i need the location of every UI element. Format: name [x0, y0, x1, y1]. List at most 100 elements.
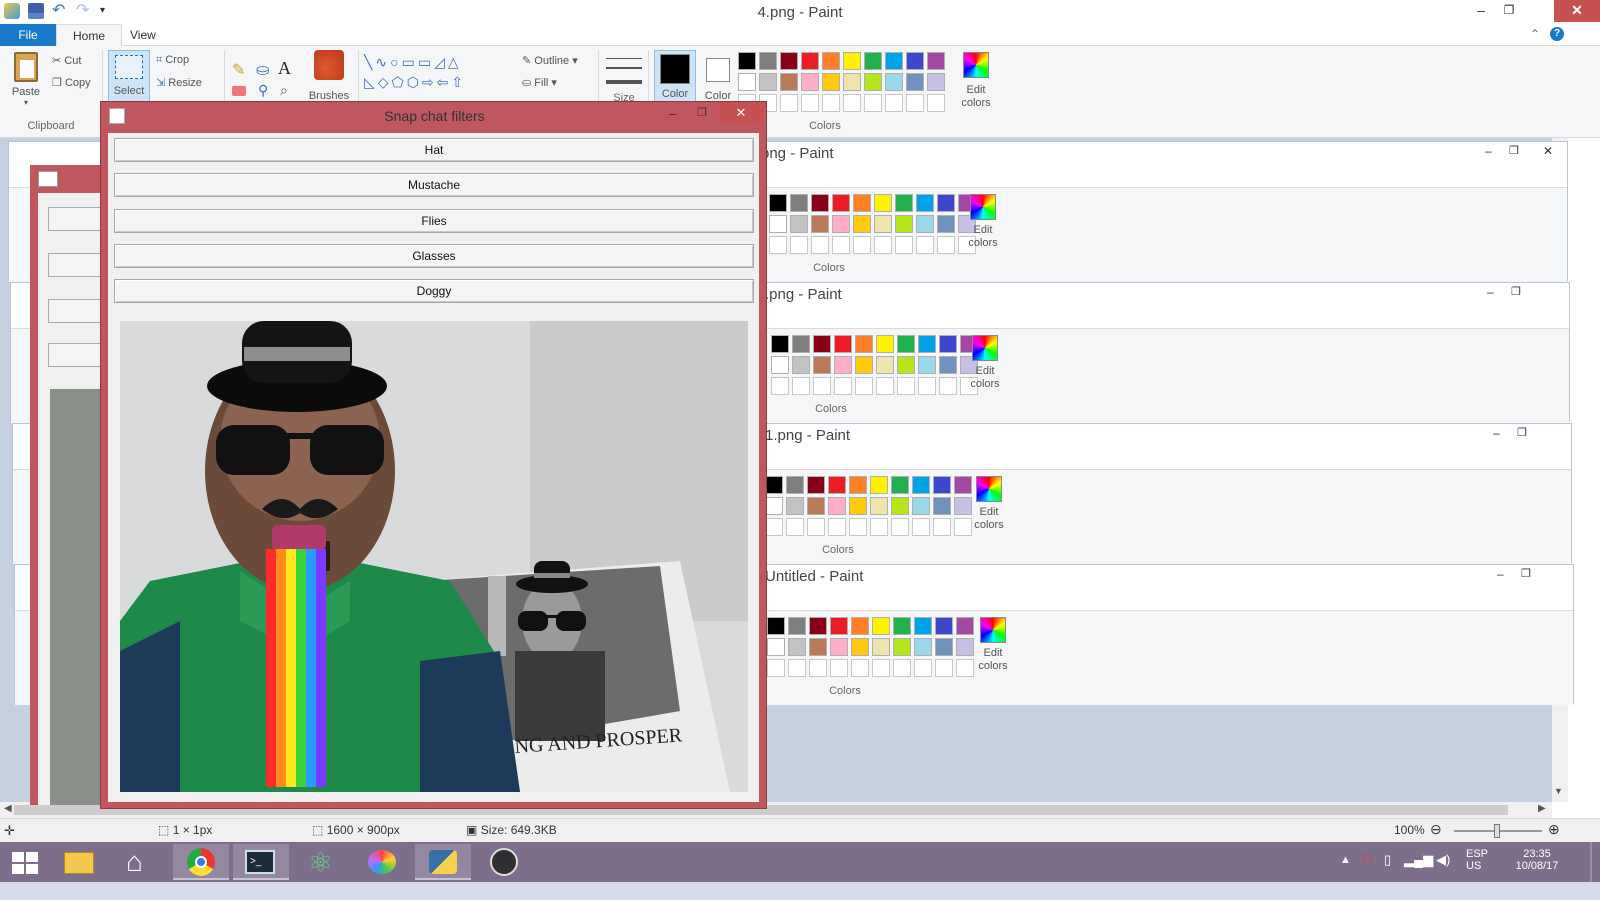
custom-color-slot[interactable]: [792, 377, 810, 395]
color-swatch[interactable]: [828, 497, 846, 515]
color-swatch[interactable]: [916, 215, 934, 233]
crop-button[interactable]: ⌗ Crop: [156, 54, 189, 67]
restore-button[interactable]: ❐: [1517, 426, 1527, 439]
paste-button[interactable]: Paste ▾: [8, 52, 44, 107]
color-swatch[interactable]: [893, 638, 911, 656]
color-swatch[interactable]: [767, 617, 785, 635]
color-swatch[interactable]: [786, 476, 804, 494]
windows-start-button[interactable]: [0, 844, 56, 880]
custom-color-slot[interactable]: [927, 94, 945, 112]
text-icon[interactable]: A: [278, 58, 291, 79]
color-swatch[interactable]: [916, 194, 934, 212]
edit-colors-button[interactable]: Edit colors: [975, 617, 1011, 673]
fill-icon[interactable]: ⛀: [256, 60, 269, 80]
color-swatch[interactable]: [788, 638, 806, 656]
paint-taskbar[interactable]: [354, 844, 410, 880]
color-swatch[interactable]: [771, 335, 789, 353]
color-swatch[interactable]: [822, 73, 840, 91]
file-explorer-taskbar[interactable]: [52, 844, 108, 880]
color-swatch[interactable]: [918, 356, 936, 374]
color-swatch[interactable]: [813, 335, 831, 353]
minimize-button[interactable]: –: [1485, 144, 1492, 158]
custom-color-slot[interactable]: [832, 236, 850, 254]
color-swatch[interactable]: [786, 497, 804, 515]
custom-color-slot[interactable]: [918, 377, 936, 395]
custom-color-slot[interactable]: [895, 236, 913, 254]
edit-colors-button[interactable]: Edit colors: [965, 194, 1001, 250]
restore-button[interactable]: ❐: [1521, 567, 1531, 580]
custom-color-slot[interactable]: [914, 659, 932, 677]
color-swatch[interactable]: [876, 335, 894, 353]
custom-color-slot[interactable]: [851, 659, 869, 677]
color-swatch[interactable]: [759, 52, 777, 70]
custom-color-slot[interactable]: [874, 236, 892, 254]
color-swatch[interactable]: [933, 497, 951, 515]
edit-colors-button[interactable]: Edit colors: [958, 52, 994, 110]
tray-expand-icon[interactable]: ▲: [1340, 854, 1351, 866]
hat-filter-button[interactable]: Hat: [114, 138, 754, 162]
tab-home[interactable]: Home: [56, 24, 123, 47]
custom-color-slot[interactable]: [843, 94, 861, 112]
battery-icon[interactable]: ▯: [1384, 852, 1391, 868]
custom-color-slot[interactable]: [767, 659, 785, 677]
help-icon[interactable]: ?: [1550, 27, 1564, 41]
python-taskbar[interactable]: [415, 844, 471, 880]
color-swatch[interactable]: [843, 52, 861, 70]
color-swatch[interactable]: [780, 52, 798, 70]
atom-taskbar[interactable]: ⚛: [294, 844, 350, 880]
color-swatch[interactable]: [828, 476, 846, 494]
custom-color-slot[interactable]: [809, 659, 827, 677]
eraser-icon[interactable]: [232, 86, 246, 96]
color-swatch[interactable]: [914, 617, 932, 635]
select-button[interactable]: Select: [108, 50, 150, 102]
color-swatch[interactable]: [914, 638, 932, 656]
minimize-button[interactable]: –: [1466, 0, 1496, 22]
color-swatch[interactable]: [738, 73, 756, 91]
terminal-taskbar[interactable]: >_: [233, 844, 289, 880]
color-swatch[interactable]: [891, 476, 909, 494]
custom-color-slot[interactable]: [935, 659, 953, 677]
color-swatch[interactable]: [939, 356, 957, 374]
color-swatch[interactable]: [738, 52, 756, 70]
minimize-button[interactable]: –: [1487, 285, 1494, 299]
color-swatch[interactable]: [864, 52, 882, 70]
color-swatch[interactable]: [895, 194, 913, 212]
fill-dropdown[interactable]: ⛀ Fill ▾: [522, 76, 557, 89]
color-swatch[interactable]: [809, 617, 827, 635]
color-swatch[interactable]: [830, 638, 848, 656]
chrome-taskbar[interactable]: [173, 844, 229, 880]
tab-file[interactable]: File: [0, 24, 56, 46]
color-swatch[interactable]: [935, 617, 953, 635]
color-swatch[interactable]: [834, 335, 852, 353]
restore-button[interactable]: ❐: [1494, 0, 1524, 22]
custom-color-slot[interactable]: [771, 377, 789, 395]
custom-color-slot[interactable]: [876, 377, 894, 395]
custom-color-slot[interactable]: [780, 94, 798, 112]
color-swatch[interactable]: [864, 73, 882, 91]
color-swatch[interactable]: [956, 617, 974, 635]
color-swatch[interactable]: [822, 52, 840, 70]
custom-color-slot[interactable]: [870, 518, 888, 536]
custom-color-slot[interactable]: [933, 518, 951, 536]
tab-view[interactable]: View: [114, 24, 172, 46]
snap-minimize-button[interactable]: –: [669, 106, 676, 121]
color-swatch[interactable]: [933, 476, 951, 494]
color-swatch[interactable]: [939, 335, 957, 353]
signal-icon[interactable]: ▂▄▆: [1404, 852, 1433, 868]
custom-color-slot[interactable]: [830, 659, 848, 677]
color-swatch[interactable]: [937, 194, 955, 212]
doggy-filter-button[interactable]: Doggy: [114, 279, 754, 303]
scroll-left-icon[interactable]: ◀: [4, 803, 12, 814]
custom-color-slot[interactable]: [849, 518, 867, 536]
snap-close-button[interactable]: ✕: [719, 102, 763, 124]
custom-color-slot[interactable]: [822, 94, 840, 112]
custom-color-slot[interactable]: [885, 94, 903, 112]
color-swatch[interactable]: [918, 335, 936, 353]
color-swatch[interactable]: [851, 638, 869, 656]
custom-color-slot[interactable]: [939, 377, 957, 395]
color-swatch[interactable]: [809, 638, 827, 656]
color-swatch[interactable]: [956, 638, 974, 656]
color-swatch[interactable]: [874, 194, 892, 212]
custom-color-slot[interactable]: [872, 659, 890, 677]
color-swatch[interactable]: [874, 215, 892, 233]
